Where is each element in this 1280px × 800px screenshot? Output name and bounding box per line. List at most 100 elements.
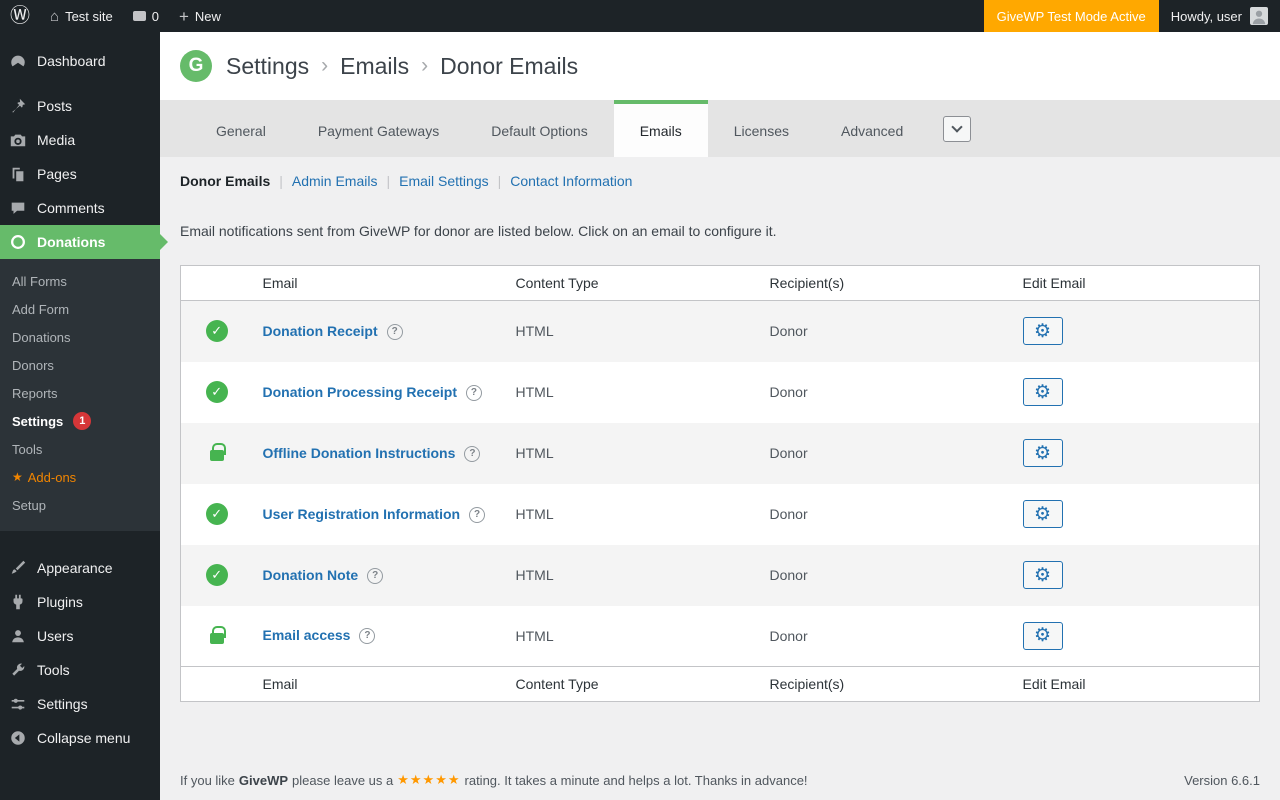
update-count-badge: 1 (73, 412, 92, 430)
submenu-item-donations[interactable]: Donations (0, 323, 160, 351)
edit-email-column-header: Edit Email (1012, 265, 1260, 301)
submenu-item-donors[interactable]: Donors (0, 351, 160, 379)
recipients-value: Donor (769, 323, 808, 340)
sliders-icon (8, 694, 28, 714)
comments-count: 0 (151, 8, 159, 24)
pushpin-icon (8, 96, 28, 116)
sidebar-item-plugins[interactable]: Plugins (0, 585, 160, 619)
sidebar-item-appearance[interactable]: Appearance (0, 551, 160, 585)
admin-sidebar: Dashboard Posts Media Pages Comments Don… (0, 32, 168, 800)
table-row: Email access? HTML Donor ⚙ (181, 606, 1260, 667)
help-icon[interactable]: ? (359, 628, 376, 645)
chevron-down-icon (951, 121, 963, 133)
email-config-link[interactable]: Email access (263, 627, 351, 643)
submenu-item-settings[interactable]: Settings 1 (0, 407, 160, 435)
breadcrumb-settings: Settings (226, 52, 310, 79)
more-tabs-button[interactable] (943, 115, 972, 142)
email-config-link[interactable]: Donation Receipt (263, 323, 378, 339)
sidebar-item-dashboard[interactable]: Dashboard (0, 44, 160, 78)
comments-menu[interactable]: 0 (123, 0, 169, 32)
tab-default-options[interactable]: Default Options (465, 100, 614, 157)
givewp-test-mode-badge[interactable]: GiveWP Test Mode Active (983, 0, 1159, 32)
menu-gap (0, 531, 160, 551)
table-row: ✓ Donation Note? HTML Donor ⚙ (180, 544, 1260, 606)
email-config-link[interactable]: User Registration Information (263, 506, 461, 522)
help-icon[interactable]: ? (469, 506, 486, 523)
collapse-menu-button[interactable]: Collapse menu (0, 721, 160, 755)
email-config-link[interactable]: Donation Note (263, 567, 359, 583)
edit-email-button[interactable]: ⚙ (1022, 439, 1063, 467)
sidebar-item-settings[interactable]: Settings (0, 687, 160, 721)
submenu-item-tools[interactable]: Tools (0, 435, 160, 463)
sidebar-item-users[interactable]: Users (0, 619, 160, 653)
rating-text: rating. It takes a minute and helps a lo… (464, 772, 808, 788)
content-type-value: HTML (515, 384, 554, 400)
separator-pipe: | (386, 173, 391, 189)
tab-advanced[interactable]: Advanced (815, 100, 929, 157)
sidebar-item-label: Dashboard (37, 53, 106, 69)
submenu-item-reports[interactable]: Reports (0, 379, 160, 407)
sidebar-item-label: Settings (37, 696, 88, 712)
gear-icon: ⚙ (1033, 320, 1052, 342)
menu-separator (0, 78, 160, 89)
subnav-donor-emails[interactable]: Donor Emails (180, 173, 270, 189)
gear-icon: ⚙ (1033, 564, 1052, 586)
subnav-email-settings[interactable]: Email Settings (399, 173, 488, 189)
site-name-label: Test site (65, 8, 113, 24)
new-content-menu[interactable]: + New (169, 0, 231, 32)
star-icon: ★ (12, 470, 23, 484)
email-config-link[interactable]: Donation Processing Receipt (263, 384, 457, 400)
tab-payment-gateways[interactable]: Payment Gateways (292, 100, 465, 157)
table-row: Offline Donation Instructions? HTML Dono… (180, 422, 1260, 484)
five-stars-icon[interactable]: ★★★★★ (397, 772, 460, 788)
separator-pipe: | (279, 173, 283, 189)
edit-email-button[interactable]: ⚙ (1022, 500, 1063, 528)
help-icon[interactable]: ? (367, 567, 384, 584)
sidebar-item-tools[interactable]: Tools (0, 653, 160, 687)
sidebar-item-posts[interactable]: Posts (0, 89, 160, 123)
email-config-link[interactable]: Offline Donation Instructions (263, 445, 456, 461)
donations-submenu: All Forms Add Form Donations Donors Repo… (0, 259, 160, 531)
layout: Dashboard Posts Media Pages Comments Don… (0, 32, 1280, 800)
account-menu[interactable]: Howdy, user (1159, 7, 1280, 25)
locked-icon (209, 625, 226, 644)
submenu-item-all-forms[interactable]: All Forms (0, 267, 160, 295)
wordpress-logo-icon: Ⓦ (10, 5, 30, 27)
subnav-admin-emails[interactable]: Admin Emails (292, 173, 378, 189)
page-body: Donor Emails | Admin Emails | Email Sett… (160, 173, 1280, 702)
submenu-item-add-form[interactable]: Add Form (0, 295, 160, 323)
tab-emails[interactable]: Emails (613, 100, 708, 157)
table-header-row: Email Content Type Recipient(s) Edit Ema… (180, 265, 1260, 301)
help-icon[interactable]: ? (464, 445, 481, 462)
edit-email-button[interactable]: ⚙ (1022, 561, 1063, 589)
content-type-value: HTML (515, 627, 554, 644)
submenu-item-setup[interactable]: Setup (0, 491, 160, 519)
submenu-label: Add-ons (27, 469, 77, 485)
sidebar-item-pages[interactable]: Pages (0, 157, 160, 191)
table-row: ✓ Donation Receipt? HTML Donor ⚙ (180, 300, 1260, 362)
content-type-value: HTML (515, 323, 554, 340)
sidebar-item-label: Plugins (37, 594, 83, 610)
wp-logo-menu[interactable]: Ⓦ (0, 0, 40, 32)
content-type-column-footer: Content Type (505, 666, 760, 702)
help-icon[interactable]: ? (386, 323, 403, 340)
pages-icon (8, 164, 28, 184)
admin-footer: If you like GiveWP please leave us a ★★★… (180, 772, 1260, 788)
screen: Ⓦ ⌂ Test site 0 + New GiveWP Test Mode A… (0, 0, 1280, 800)
sidebar-item-label: Tools (37, 662, 70, 678)
site-name-menu[interactable]: ⌂ Test site (40, 0, 123, 32)
edit-email-button[interactable]: ⚙ (1022, 317, 1063, 346)
subnav-contact-information[interactable]: Contact Information (510, 173, 632, 189)
sidebar-item-comments[interactable]: Comments (0, 191, 160, 225)
content-type-column-header: Content Type (505, 265, 760, 301)
tab-licenses[interactable]: Licenses (708, 100, 815, 157)
submenu-label: All Forms (12, 273, 67, 289)
sidebar-item-media[interactable]: Media (0, 123, 160, 157)
sidebar-item-donations[interactable]: Donations (0, 225, 168, 259)
edit-email-button[interactable]: ⚙ (1022, 621, 1063, 650)
edit-email-button[interactable]: ⚙ (1022, 378, 1063, 406)
tab-general[interactable]: General (190, 100, 292, 157)
submenu-item-add-ons[interactable]: ★ Add-ons (0, 463, 160, 491)
help-icon[interactable]: ? (465, 384, 482, 401)
avatar (1250, 7, 1268, 25)
